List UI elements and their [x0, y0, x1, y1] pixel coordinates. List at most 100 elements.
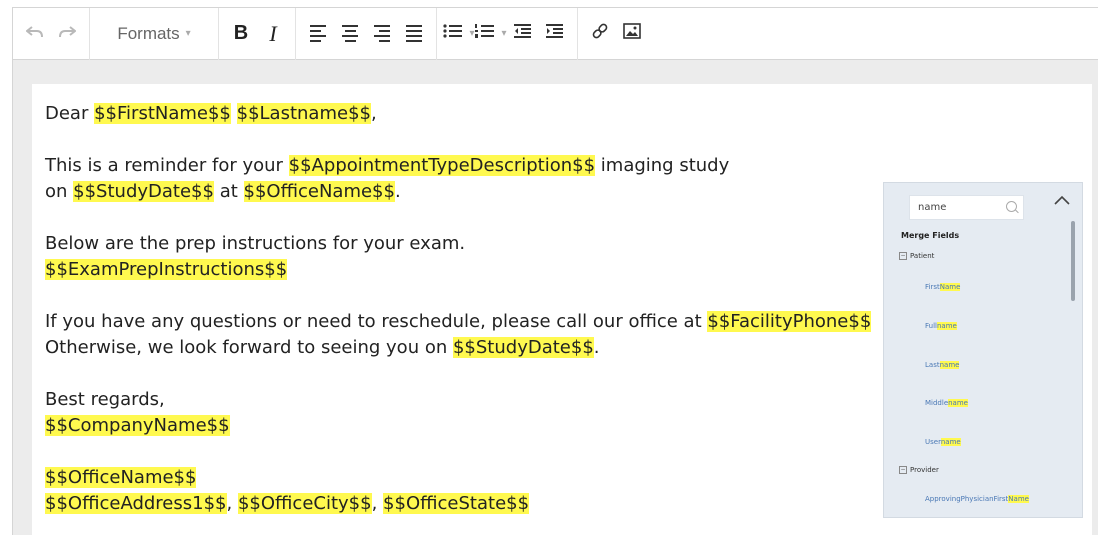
italic-button[interactable]: I	[257, 17, 289, 51]
insert-image-button[interactable]	[616, 17, 648, 51]
merge-field-item[interactable]: Middlename	[925, 399, 968, 407]
image-icon	[623, 23, 641, 44]
collapse-panel-button[interactable]	[1054, 189, 1070, 210]
merge-field-token: $$OfficeName$$	[45, 467, 197, 488]
search-match: name	[939, 361, 960, 369]
alignment-group	[296, 7, 437, 60]
chevron-up-icon	[1054, 189, 1070, 210]
align-justify-button[interactable]	[398, 17, 430, 51]
align-center-icon	[342, 25, 358, 42]
redo-button[interactable]	[51, 17, 83, 51]
plain-text: .	[394, 181, 401, 202]
greeting-text: Dear	[45, 103, 95, 124]
bullet-list-button[interactable]: ▾	[443, 17, 475, 51]
insert-link-button[interactable]	[584, 17, 616, 51]
numbered-list-button[interactable]: ▾	[475, 17, 507, 51]
paragraph-questions: If you have any questions or need to res…	[45, 309, 872, 361]
search-icon[interactable]	[1006, 201, 1017, 212]
merge-field-token: $$OfficeName$$	[243, 181, 395, 202]
field-name-part: ApprovingPhysicianFirst	[925, 495, 1009, 503]
merge-fields-panel: Merge Fields − Patient FirstName Fullnam…	[883, 182, 1083, 518]
plain-text: at	[213, 181, 244, 202]
tree-group-provider[interactable]: − Provider	[899, 466, 939, 474]
merge-field-item[interactable]: Fullname	[925, 322, 957, 330]
align-justify-icon	[406, 25, 422, 42]
plain-text: Otherwise, we look forward to seeing you…	[45, 337, 453, 358]
list-group: ▾ ▾	[437, 7, 578, 60]
merge-field-token: $$OfficeAddress1$$	[45, 493, 227, 514]
field-name-part: First	[925, 283, 940, 291]
formats-label: Formats	[117, 23, 180, 43]
chevron-down-icon: ▾	[469, 28, 475, 39]
bold-button[interactable]: B	[225, 17, 257, 51]
collapse-tree-icon[interactable]: −	[899, 252, 907, 260]
merge-field-token: $$ExamPrepInstructions$$	[45, 259, 288, 280]
field-name-part: Last	[925, 361, 940, 369]
numbered-list-icon	[475, 23, 495, 44]
collapse-tree-icon[interactable]: −	[899, 466, 907, 474]
redo-icon	[58, 23, 77, 44]
search-match: name	[940, 438, 961, 446]
align-left-icon	[310, 25, 326, 42]
bullet-list-icon	[443, 23, 463, 44]
outdent-icon	[514, 23, 532, 44]
plain-text: Below are the prep instructions for your…	[45, 233, 466, 254]
plain-text: imaging study	[595, 155, 730, 176]
search-match: Name	[1008, 495, 1029, 503]
letter-body[interactable]: Dear $$FirstName$$ $$Lastname$$, This is…	[45, 101, 872, 543]
formats-group: Formats ▾	[90, 7, 219, 60]
field-name-part: Full	[925, 322, 937, 330]
merge-field-item[interactable]: FirstName	[925, 283, 961, 291]
merge-field-token: $$OfficeState$$	[383, 493, 530, 514]
plain-text: ,	[226, 493, 238, 514]
indent-icon	[546, 23, 564, 44]
tree-group-patient[interactable]: − Patient	[899, 252, 934, 260]
indent-button[interactable]	[539, 17, 571, 51]
plain-text: .	[593, 337, 600, 358]
merge-field-search	[909, 195, 1024, 220]
paragraph-address: $$OfficeName$$ $$OfficeAddress1$$, $$Off…	[45, 465, 871, 517]
align-center-button[interactable]	[334, 17, 366, 51]
align-right-icon	[374, 25, 390, 42]
merge-field-token: $$StudyDate$$	[452, 337, 594, 358]
merge-field-item[interactable]: Lastname	[925, 361, 960, 369]
insert-group	[578, 8, 654, 60]
paragraph-reminder: This is a reminder for your $$Appointmen…	[45, 153, 871, 205]
link-icon	[591, 22, 609, 45]
merge-field-item[interactable]: Username	[925, 438, 961, 446]
paragraph-signoff: Best regards, $$CompanyName$$	[45, 387, 871, 439]
align-right-button[interactable]	[366, 17, 398, 51]
chevron-down-icon: ▾	[501, 28, 507, 39]
merge-field-token: $$FirstName$$	[94, 103, 231, 124]
merge-field-token: $$FacilityPhone$$	[707, 311, 872, 332]
plain-text: If you have any questions or need to res…	[45, 311, 708, 332]
plain-text: on	[45, 181, 74, 202]
text-style-group: B I	[219, 7, 296, 60]
outdent-button[interactable]	[507, 17, 539, 51]
search-match: Name	[939, 283, 961, 291]
plain-text: ,	[370, 103, 377, 124]
merge-field-token: $$AppointmentTypeDescription$$	[288, 155, 596, 176]
plain-text	[231, 103, 237, 124]
chevron-down-icon: ▾	[185, 28, 191, 39]
merge-field-item[interactable]: ApprovingPhysicianFirstName	[925, 495, 1029, 503]
plain-text: Best regards,	[45, 389, 165, 410]
plain-text: ,	[371, 493, 384, 514]
field-name-part: Middle	[925, 399, 949, 407]
merge-field-token: $$StudyDate$$	[73, 181, 214, 202]
merge-field-token: $$Lastname$$	[236, 103, 371, 124]
merge-field-search-input[interactable]	[918, 202, 998, 213]
paragraph-prep: Below are the prep instructions for your…	[45, 231, 871, 283]
undo-button[interactable]	[19, 17, 51, 51]
panel-scrollbar[interactable]	[1071, 221, 1075, 301]
history-group	[13, 7, 90, 60]
undo-icon	[25, 23, 44, 44]
merge-fields-header: Merge Fields	[901, 231, 960, 240]
formats-dropdown[interactable]: Formats ▾	[96, 17, 212, 51]
field-name-part: User	[925, 438, 941, 446]
merge-field-token: $$OfficeCity$$	[237, 493, 372, 514]
tree-group-label: Patient	[910, 252, 935, 260]
plain-text: This is a reminder for your	[45, 155, 289, 176]
merge-field-token: $$CompanyName$$	[45, 415, 230, 436]
align-left-button[interactable]	[302, 17, 334, 51]
